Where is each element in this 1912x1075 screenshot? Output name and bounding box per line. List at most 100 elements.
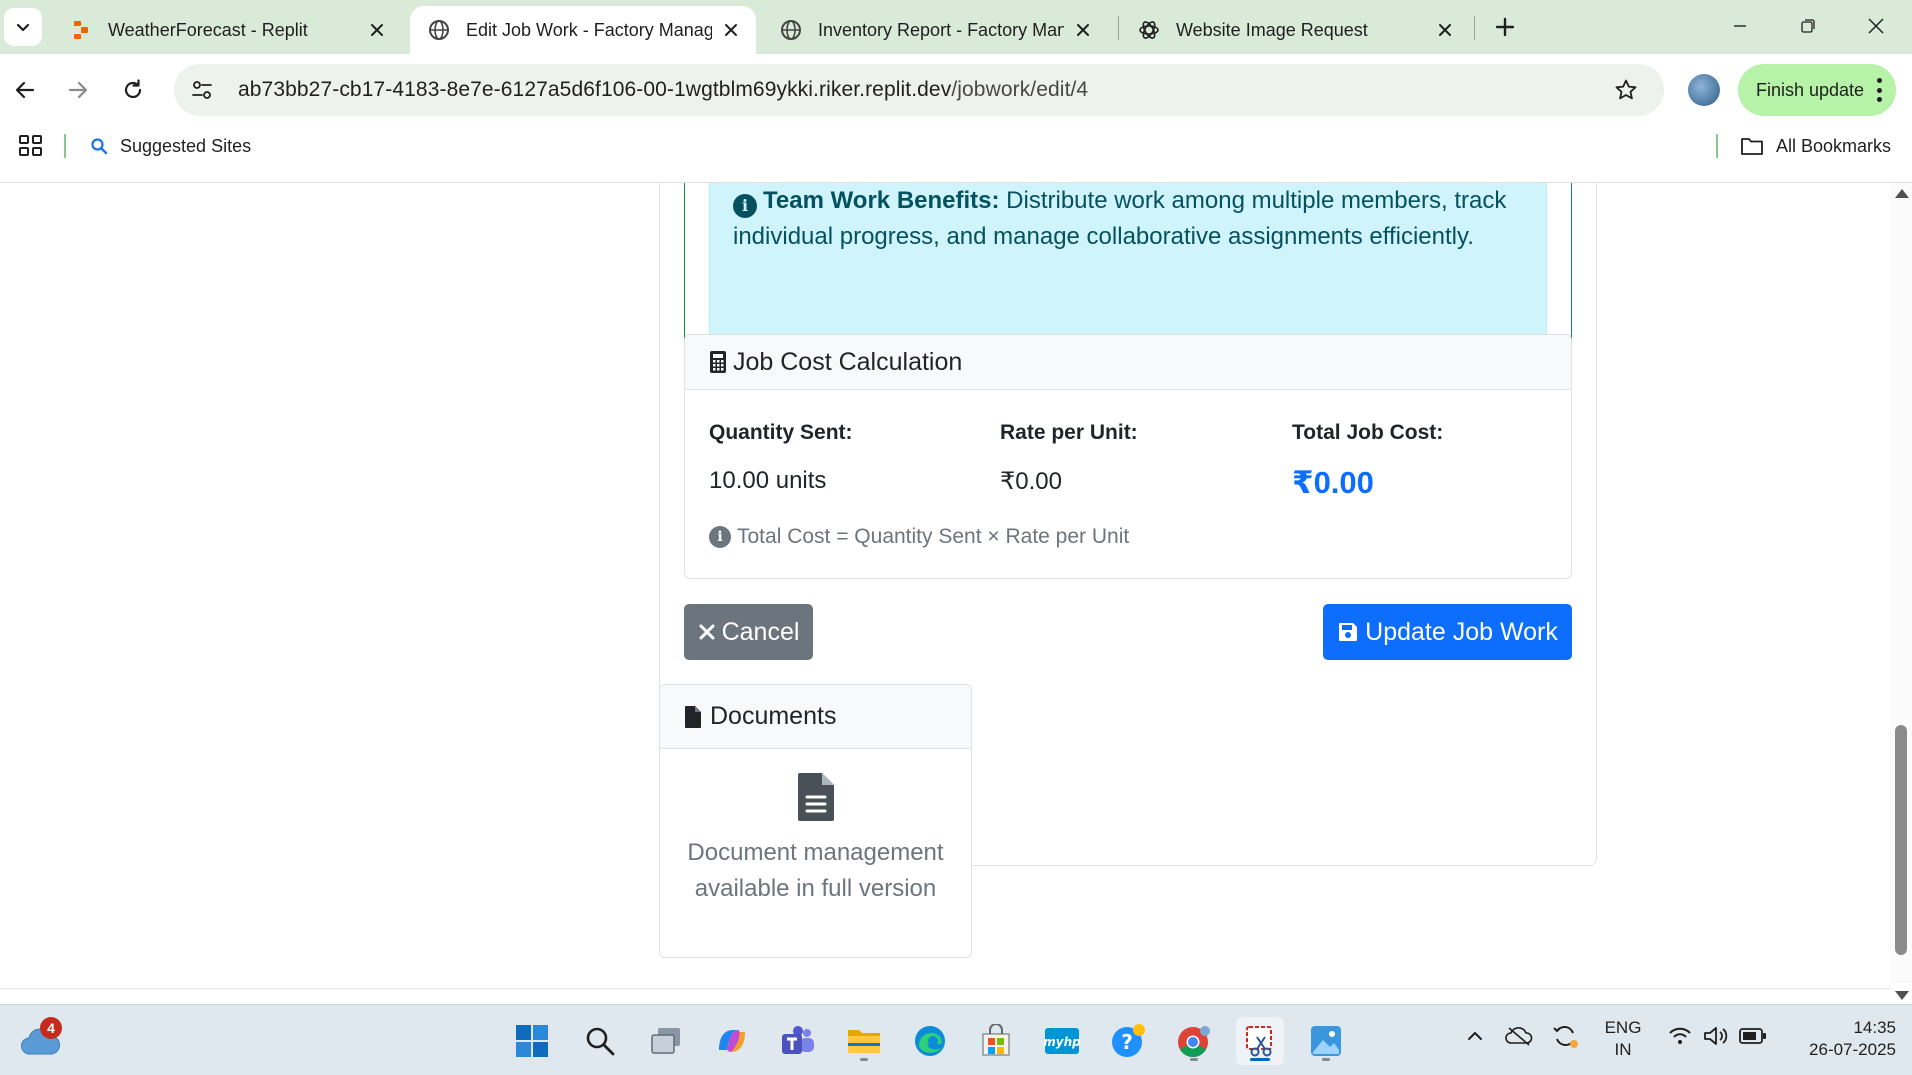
taskbar-clock[interactable]: 14:35 26-07-2025 — [1780, 1017, 1896, 1061]
file-icon — [684, 705, 702, 729]
documents-title: Documents — [710, 702, 837, 730]
folder-icon — [1741, 138, 1763, 155]
more-menu-icon[interactable] — [1876, 78, 1882, 102]
calculator-icon — [710, 351, 726, 373]
profile-avatar[interactable] — [1688, 74, 1720, 106]
restore-button[interactable] — [1780, 6, 1836, 46]
cancel-button[interactable]: Cancel — [684, 604, 813, 660]
task-view-button[interactable] — [642, 1017, 690, 1065]
total-job-cost-group: Total Job Cost: ₹0.00 — [1292, 421, 1571, 501]
chrome-icon — [1178, 1026, 1210, 1058]
job-cost-card: Job Cost Calculation Quantity Sent: 10.0… — [684, 334, 1572, 579]
url-text[interactable]: ab73bb27-cb17-4183-8e7e-6127a5d6f106-00-… — [238, 78, 1088, 102]
reload-button[interactable] — [113, 70, 153, 110]
bookmark-label: All Bookmarks — [1776, 135, 1892, 156]
browser-toolbar: ab73bb27-cb17-4183-8e7e-6127a5d6f106-00-… — [0, 54, 1912, 183]
wifi-tray-button[interactable] — [1666, 1021, 1694, 1051]
close-icon — [1868, 18, 1884, 34]
minimize-button[interactable] — [1712, 6, 1768, 46]
arrow-right-icon — [68, 81, 88, 99]
update-job-work-button[interactable]: Update Job Work — [1323, 604, 1572, 660]
photos-button[interactable] — [1302, 1017, 1350, 1065]
wifi-icon — [1669, 1027, 1691, 1044]
info-circle-icon: i — [733, 194, 757, 218]
copilot-button[interactable] — [708, 1017, 756, 1065]
myhp-icon: myhp — [1044, 1028, 1080, 1054]
clock-date: 26-07-2025 — [1809, 1040, 1896, 1059]
bookmark-suggested-sites[interactable]: Suggested Sites — [90, 130, 251, 162]
tab-separator — [1118, 16, 1119, 40]
all-bookmarks-button[interactable]: All Bookmarks — [1740, 130, 1891, 162]
tab-title: Website Image Request — [1176, 19, 1368, 40]
show-hidden-icons-button[interactable] — [1460, 1021, 1490, 1051]
running-indicator — [1322, 1058, 1330, 1061]
bookmark-separator — [1716, 134, 1718, 158]
horizontal-scroll-edge — [0, 988, 1890, 989]
myhp-button[interactable]: myhp — [1038, 1017, 1086, 1065]
teams-button[interactable] — [774, 1017, 822, 1065]
tab-inventory-report[interactable]: Inventory Report - Factory Man — [762, 6, 1108, 54]
get-help-button[interactable]: ? — [1104, 1017, 1152, 1065]
microsoft-store-button[interactable] — [972, 1017, 1020, 1065]
svg-text:myhp: myhp — [1044, 1035, 1080, 1049]
sync-icon — [1553, 1026, 1578, 1048]
store-icon — [982, 1024, 1010, 1056]
edge-button[interactable] — [906, 1017, 954, 1065]
teams-icon — [782, 1026, 814, 1054]
address-bar[interactable]: ab73bb27-cb17-4183-8e7e-6127a5d6f106-00-… — [174, 64, 1664, 116]
onedrive-tray-button[interactable] — [1504, 1021, 1534, 1051]
chrome-button[interactable] — [1170, 1017, 1218, 1065]
close-icon — [698, 623, 716, 641]
tab-weatherforecast[interactable]: WeatherForecast - Replit — [52, 6, 402, 54]
file-explorer-button[interactable] — [840, 1017, 888, 1065]
documents-body: Document management available in full ve… — [660, 749, 971, 907]
battery-tray-button[interactable] — [1738, 1021, 1768, 1051]
tab-website-image-request[interactable]: Website Image Request — [1120, 6, 1470, 54]
minimize-icon — [1734, 25, 1746, 27]
job-cost-header: Job Cost Calculation — [685, 335, 1571, 390]
battery-icon — [1739, 1028, 1766, 1044]
tab-edit-job-work[interactable]: Edit Job Work - Factory Manage — [410, 6, 756, 54]
language-code: ENG — [1604, 1018, 1642, 1037]
input-language-indicator[interactable]: ENG IN — [1600, 1017, 1646, 1061]
total-job-cost-value: ₹0.00 — [1292, 465, 1374, 500]
forward-button[interactable] — [58, 70, 98, 110]
scroll-down-arrow-icon[interactable] — [1895, 991, 1909, 1000]
update-job-work-label: Update Job Work — [1365, 617, 1558, 646]
tab-title: Edit Job Work - Factory Manage — [466, 19, 712, 40]
quantity-sent-label: Quantity Sent: — [709, 421, 853, 444]
close-icon[interactable] — [366, 19, 388, 41]
close-icon[interactable] — [720, 19, 742, 41]
finish-update-button[interactable]: Finish update — [1738, 64, 1896, 116]
search-icon — [586, 1027, 615, 1056]
taskbar-search-button[interactable] — [576, 1017, 624, 1065]
site-info-icon[interactable] — [184, 72, 220, 108]
vertical-scrollbar[interactable] — [1890, 183, 1912, 1000]
back-button[interactable] — [5, 70, 45, 110]
scroll-up-arrow-icon[interactable] — [1895, 189, 1909, 198]
weather-badge: 4 — [40, 1017, 62, 1039]
sync-tray-button[interactable] — [1550, 1021, 1580, 1051]
bookmark-star-icon[interactable] — [1608, 72, 1644, 108]
close-icon[interactable] — [1072, 19, 1094, 41]
scrollbar-thumb[interactable] — [1895, 725, 1907, 955]
documents-card: Documents Document management available … — [659, 684, 972, 958]
start-button[interactable] — [508, 1017, 556, 1065]
snipping-tool-button[interactable] — [1236, 1017, 1284, 1065]
browser-tab-strip: WeatherForecast - Replit Edit Job Work -… — [0, 0, 1912, 54]
tab-search-button[interactable] — [4, 8, 42, 46]
rate-per-unit-value: ₹0.00 — [1000, 468, 1062, 495]
running-indicator — [1190, 1058, 1198, 1061]
new-tab-button[interactable] — [1488, 10, 1522, 44]
save-icon — [1337, 621, 1359, 643]
task-view-icon — [651, 1028, 680, 1054]
close-window-button[interactable] — [1848, 6, 1904, 46]
apps-grid-icon[interactable] — [18, 133, 44, 159]
cancel-label: Cancel — [721, 617, 800, 646]
svg-text:?: ? — [1121, 1030, 1133, 1054]
rate-per-unit-label: Rate per Unit: — [1000, 421, 1138, 444]
cost-formula-note: i Total Cost = Quantity Sent × Rate per … — [709, 525, 1129, 549]
photos-icon — [1311, 1026, 1341, 1056]
close-icon[interactable] — [1434, 19, 1456, 41]
volume-tray-button[interactable] — [1702, 1021, 1730, 1051]
